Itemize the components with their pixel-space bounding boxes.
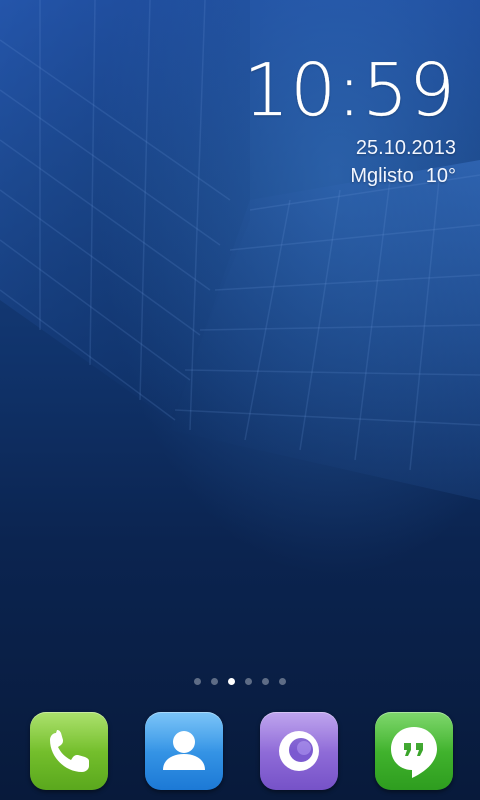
- browser-ring-icon: [279, 731, 319, 771]
- clock-widget[interactable]: 10:59 25.10.2013 Mglisto 10°: [236, 52, 456, 188]
- page-dot: [262, 677, 269, 685]
- phone-app-button[interactable]: [30, 712, 108, 790]
- hangouts-app-button[interactable]: [375, 712, 453, 790]
- clock-date: 25.10.2013: [355, 137, 456, 159]
- hangouts-quote-icon: [391, 727, 437, 778]
- weather-temperature: 10°: [425, 165, 456, 187]
- clock-time: 10:59: [243, 48, 456, 132]
- dock: [0, 706, 480, 800]
- page-dot: [194, 677, 201, 685]
- phone-icon: [50, 730, 89, 772]
- weather-info: Mglisto 10°: [236, 164, 456, 188]
- page-dot-active: [228, 677, 235, 685]
- weather-location: Mglisto: [350, 165, 414, 187]
- home-screen: 10:59 25.10.2013 Mglisto 10°: [0, 0, 480, 800]
- contact-person-icon: [163, 731, 205, 770]
- page-dot: [245, 677, 252, 685]
- browser-app-button[interactable]: [260, 712, 338, 790]
- contacts-app-button[interactable]: [145, 712, 223, 790]
- page-indicator: [0, 676, 480, 686]
- page-dot: [211, 677, 218, 685]
- page-dot: [279, 677, 286, 685]
- status-bar: [0, 0, 480, 4]
